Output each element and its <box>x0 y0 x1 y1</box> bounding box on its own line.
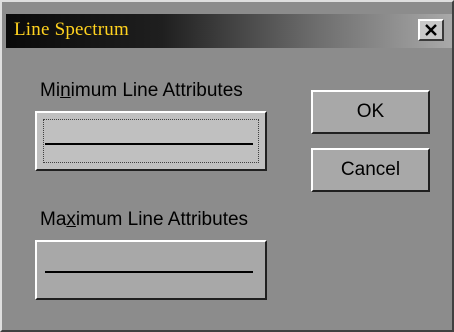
close-button[interactable] <box>418 19 444 41</box>
maximum-line-attributes-button[interactable] <box>35 240 267 300</box>
window-title: Line Spectrum <box>14 19 129 40</box>
maximum-line-sample <box>45 271 253 273</box>
cancel-button[interactable]: Cancel <box>311 148 430 192</box>
ok-button[interactable]: OK <box>311 90 430 134</box>
minimum-line-sample <box>45 143 253 145</box>
focus-rectangle <box>43 119 259 163</box>
maximum-line-attributes-label: Maximum Line Attributes <box>40 209 249 230</box>
minimum-line-attributes-button[interactable] <box>35 111 267 171</box>
minimum-mnemonic: n <box>60 80 71 101</box>
maximum-mnemonic: x <box>66 209 76 230</box>
title-bar[interactable]: Line Spectrum <box>6 14 452 48</box>
close-icon <box>425 24 437 36</box>
line-spectrum-dialog: Line Spectrum Minimum Line Attributes Ma… <box>0 0 454 332</box>
minimum-line-attributes-label: Minimum Line Attributes <box>40 80 243 101</box>
